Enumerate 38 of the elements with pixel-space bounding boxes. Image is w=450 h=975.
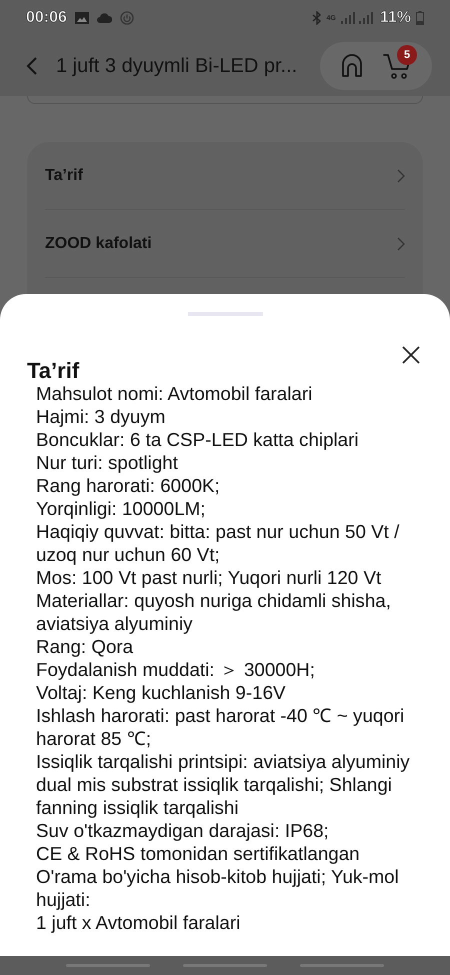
menu-row[interactable]: ZOOD kafolati <box>45 210 405 278</box>
description-line: 1 juft x Avtomobil faralari <box>36 911 242 934</box>
menu-label: Ta’rif <box>45 166 83 186</box>
chevron-right-icon <box>397 236 405 250</box>
description-line: Mahsulot nomi: Avtomobil faralari <box>36 382 314 405</box>
page-title: 1 juft 3 dyuymli Bi-LED pr... <box>56 54 298 79</box>
description-line: Suv o'tkazmaydigan darajasi: IP68; <box>36 819 330 842</box>
signal-icon <box>340 12 375 24</box>
menu-label: ZOOD kafolati <box>45 234 152 254</box>
description-line: Rang: Qora <box>36 635 134 658</box>
description-line: Ishlash harorati: past harorat -40 ℃ ~ yuqori harorat 85 ℃; <box>36 704 406 750</box>
description-line: O'rama bo'yicha hisob-kitob hujjati; Yuk-mol hujjati: <box>36 865 400 911</box>
description-line: Foydalanish muddati: ＞ 30000H; <box>36 658 316 681</box>
cart-badge: 5 <box>397 45 417 65</box>
status-time: 00:06 <box>26 8 67 28</box>
description-line: Hajmi: 3 dyuym <box>36 405 166 428</box>
back-icon[interactable] <box>26 56 38 76</box>
description-line: Issiqlik tarqalishi printsipi: aviatsiya alyuminiy dual mis substrat issiqlik tarqalishi; Shlangi fanning issiqlik tarqalishi <box>36 750 411 819</box>
description-line: Rang harorati: 6000K; <box>36 474 221 497</box>
description-line: Materiallar: quyosh nuriga chidamli shisha, aviatsiya alyuminiy <box>36 589 392 635</box>
description-line: Mos: 100 Vt past nurli; Yuqori nurli 120 Vt <box>36 566 382 589</box>
image-icon <box>74 12 89 24</box>
cloud-icon <box>96 13 112 23</box>
battery-icon <box>416 11 424 25</box>
description-line: Nur turi: spotlight <box>36 451 179 474</box>
home-icon[interactable] <box>339 53 365 79</box>
sheet-title: Ta’rif <box>27 358 80 384</box>
power-icon <box>120 11 134 25</box>
battery-percent: 11% <box>380 8 411 28</box>
menu-row[interactable]: Ta’rif <box>45 142 405 210</box>
bluetooth-icon <box>312 11 322 25</box>
description-line: Voltaj: Keng kuchlanish 9-16V <box>36 681 287 704</box>
description-line: Boncuklar: 6 ta CSP-LED katta chiplari <box>36 428 360 451</box>
close-icon[interactable] <box>402 346 420 364</box>
description-line: Yorqinligi: 10000LM; <box>36 497 206 520</box>
chevron-right-icon <box>397 168 405 182</box>
description-line: Haqiqiy quvvat: bitta: past nur uchun 50 Vt / uzoq nur uchun 60 Vt; <box>36 520 400 566</box>
description-line: CE & RoHS tomonidan sertifikatlangan <box>36 842 361 865</box>
